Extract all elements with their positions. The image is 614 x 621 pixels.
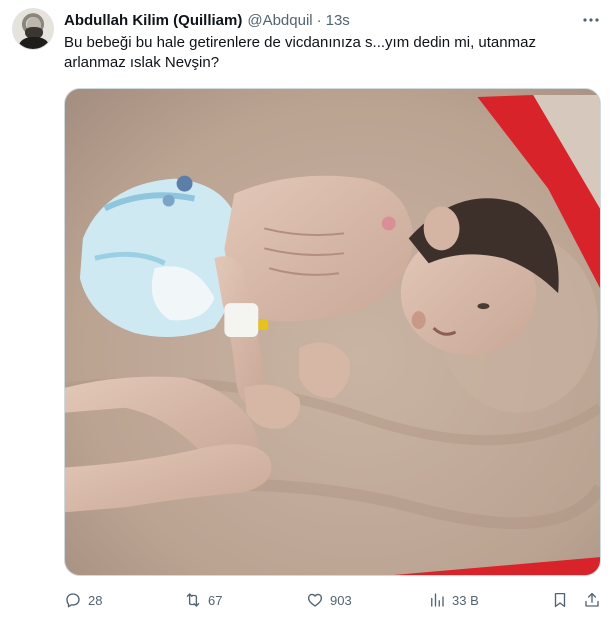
views-button[interactable]: 33 B <box>428 588 479 612</box>
like-count: 903 <box>330 592 352 608</box>
author-handle[interactable]: @Abdquil <box>247 12 312 29</box>
tweet-header: Abdullah Kilim (Quilliam) @Abdquil · 13s <box>64 10 350 30</box>
tweet-photo[interactable] <box>64 88 601 576</box>
views-bar-chart-icon <box>431 593 444 607</box>
avatar[interactable] <box>12 8 54 50</box>
tweet-time[interactable]: 13s <box>326 12 350 29</box>
retweet-button[interactable]: 67 <box>184 588 222 612</box>
separator-dot: · <box>316 11 322 29</box>
retweet-count: 67 <box>208 592 223 608</box>
views-count: 33 B <box>452 592 479 608</box>
tweet-card[interactable]: Abdullah Kilim (Quilliam) @Abdquil · 13s… <box>0 0 614 621</box>
avatar-coat <box>19 37 49 49</box>
retweet-icon <box>186 593 200 607</box>
more-horizontal-icon <box>583 18 599 22</box>
heart-icon <box>307 593 323 607</box>
share-button[interactable] <box>583 588 601 612</box>
reply-count: 28 <box>88 592 103 608</box>
tweet-actions: 28 67 903 33 B <box>64 588 601 612</box>
more-options-button[interactable] <box>580 10 602 30</box>
like-button[interactable]: 903 <box>306 588 352 612</box>
photo-child-on-blanket <box>65 89 600 575</box>
reply-icon <box>66 593 80 608</box>
bookmark-icon <box>554 592 566 608</box>
author-name[interactable]: Abdullah Kilim (Quilliam) <box>64 12 242 29</box>
share-icon <box>585 592 599 607</box>
reply-button[interactable]: 28 <box>64 588 102 612</box>
tweet-text: Bu bebeği bu hale getirenlere de vicdanı… <box>64 34 536 71</box>
bookmark-button[interactable] <box>551 588 569 612</box>
